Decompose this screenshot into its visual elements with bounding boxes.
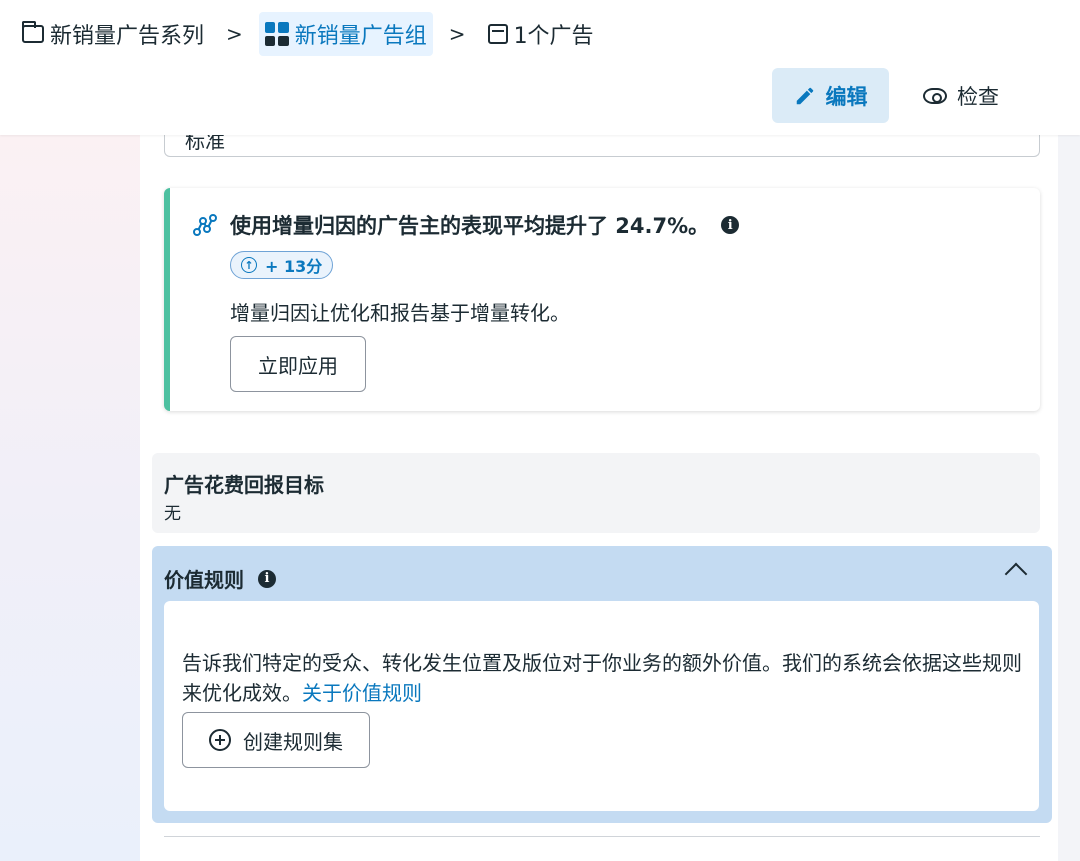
info-icon[interactable]: i: [721, 216, 740, 234]
eye-icon: [923, 87, 947, 104]
score-badge-text: + 13分: [265, 257, 323, 276]
breadcrumb-campaign[interactable]: 新销量广告系列: [16, 12, 210, 56]
breadcrumb-separator: >: [226, 22, 243, 46]
inspect-button[interactable]: 检查: [905, 68, 1017, 123]
background-left-region: [0, 135, 140, 861]
pencil-icon: [796, 87, 813, 104]
trend-icon: [193, 214, 217, 236]
value-rules-title: 价值规则: [164, 568, 244, 592]
roas-goal-title: 广告花费回报目标: [164, 473, 324, 497]
apply-now-button[interactable]: 立即应用: [230, 336, 366, 392]
breadcrumb: 新销量广告系列 > 新销量广告组 > 1个广告: [16, 12, 600, 56]
value-rules-panel: 价值规则 i 告诉我们特定的受众、转化发生位置及版位对于你业务的额外价值。我们的…: [152, 546, 1052, 823]
roas-goal-section: 广告花费回报目标 无: [152, 453, 1040, 533]
adset-grid-icon: [264, 22, 289, 46]
score-badge: ↑ + 13分: [230, 251, 334, 279]
breadcrumb-ad-label: 1个广告: [513, 24, 594, 49]
recommendation-description: 增量归因让优化和报告基于增量转化。: [230, 301, 570, 325]
section-divider: [164, 836, 1040, 837]
value-rules-description: 告诉我们特定的受众、转化发生位置及版位对于你业务的额外价值。我们的系统会依据这些…: [182, 648, 1022, 708]
edit-button[interactable]: 编辑: [772, 68, 889, 123]
plus-circle-icon: [209, 729, 231, 751]
value-rules-header: 价值规则 i: [164, 564, 276, 593]
create-rule-set-button[interactable]: 创建规则集: [182, 712, 370, 768]
breadcrumb-campaign-label: 新销量广告系列: [50, 24, 205, 49]
recommendation-title: 使用增量归因的广告主的表现平均提升了 24.7%。 i: [192, 210, 740, 240]
breadcrumb-adset-label: 新销量广告组: [294, 24, 427, 49]
top-header: 新销量广告系列 > 新销量广告组 > 1个广告 编辑 检查: [0, 0, 1080, 135]
value-rules-body: 告诉我们特定的受众、转化发生位置及版位对于你业务的额外价值。我们的系统会依据这些…: [164, 601, 1039, 811]
breadcrumb-adset[interactable]: 新销量广告组: [258, 12, 433, 56]
folder-icon: [22, 21, 44, 43]
edit-button-label: 编辑: [825, 84, 868, 109]
inspect-button-label: 检查: [957, 84, 999, 109]
recommendation-card: 使用增量归因的广告主的表现平均提升了 24.7%。 i ↑ + 13分 增量归因…: [164, 188, 1040, 411]
roas-goal-value: 无: [164, 504, 181, 524]
breadcrumb-ad[interactable]: 1个广告: [482, 12, 600, 56]
recommendation-title-text: 使用增量归因的广告主的表现平均提升了 24.7%。: [230, 214, 710, 238]
breadcrumb-separator: >: [448, 22, 466, 46]
ad-icon: [487, 24, 508, 44]
chevron-up-icon[interactable]: [1004, 562, 1028, 586]
background-right-region: [1058, 135, 1080, 861]
create-rule-set-label: 创建规则集: [243, 729, 343, 754]
about-value-rules-link[interactable]: 关于价值规则: [302, 681, 422, 705]
arrow-up-circle-icon: ↑: [241, 257, 257, 273]
info-icon[interactable]: i: [258, 569, 276, 588]
